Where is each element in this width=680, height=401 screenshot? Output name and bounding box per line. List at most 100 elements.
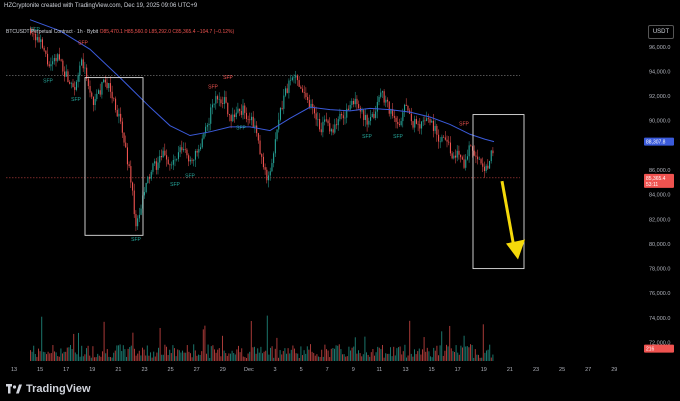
volume-bar: [79, 356, 81, 361]
volume-bar: [465, 346, 467, 361]
volume-bar: [36, 356, 38, 361]
sfp-label: SFP: [71, 97, 81, 103]
candle-body: [184, 149, 186, 150]
candle-body: [339, 114, 341, 120]
volume-bar: [126, 356, 127, 361]
candle-body: [101, 82, 103, 95]
down-arrow-head: [506, 239, 525, 260]
volume-bar: [372, 349, 374, 361]
price-badge-label: 88,307.8: [646, 140, 666, 146]
volume-bar: [484, 352, 486, 361]
volume-bar: [290, 349, 292, 361]
candle-body: [171, 164, 173, 166]
y-tick-label: 90,000.0: [649, 119, 670, 125]
volume-bar: [311, 351, 313, 361]
volume-bar: [127, 348, 129, 361]
volume-bar: [348, 346, 350, 361]
volume-bar: [190, 353, 191, 361]
volume-bar: [194, 350, 196, 361]
volume-bar: [351, 347, 353, 361]
volume-bar: [449, 325, 451, 361]
volume-bar: [358, 350, 359, 361]
volume-bar: [39, 351, 41, 361]
candle-body: [36, 37, 38, 41]
volume-bar: [390, 347, 391, 361]
candle-body: [186, 149, 188, 156]
candle-body: [380, 92, 382, 97]
volume-bar: [169, 349, 171, 361]
candle-body: [152, 163, 154, 172]
candle-body: [344, 117, 346, 119]
volume-bar: [217, 349, 219, 361]
volume-bar: [324, 344, 326, 361]
sfp-label: SFP: [223, 75, 233, 81]
candle-body: [140, 208, 142, 215]
candle-body: [463, 159, 465, 168]
volume-bar: [262, 353, 263, 361]
volume-bar: [62, 353, 63, 361]
candle-body: [441, 136, 443, 142]
candle-body: [397, 121, 399, 125]
volume-bar: [177, 349, 179, 361]
candle-body: [438, 134, 440, 142]
candle-body: [426, 118, 428, 121]
candle-body: [247, 119, 249, 120]
volume-bar: [319, 357, 321, 361]
volume-bar: [394, 355, 396, 361]
volume-bar: [402, 351, 404, 361]
volume-bar: [73, 333, 75, 361]
volume-bar: [244, 357, 246, 361]
volume-bar: [206, 353, 207, 361]
volume-bar: [476, 354, 478, 361]
symbol-legend[interactable]: BTCUSDT Perpetual Contract · 1h · Bybit …: [6, 29, 234, 35]
candle-body: [308, 100, 310, 108]
volume-bar: [473, 357, 475, 361]
volume-bar: [55, 352, 57, 361]
candle-body: [461, 157, 463, 160]
volume-bar: [282, 351, 284, 361]
candle-body: [45, 50, 47, 54]
candle-body: [473, 150, 475, 156]
volume-bar: [482, 324, 484, 361]
x-tick-label: 15: [37, 367, 43, 373]
candle-body: [371, 113, 373, 118]
sfp-label: SFP: [170, 182, 180, 188]
y-tick-label: 84,000.0: [649, 193, 670, 199]
candle-body: [55, 57, 57, 61]
candlestick-chart[interactable]: 96,000.0 94,000.0 92,000.0 90,000.0 86,000.0…: [0, 11, 680, 376]
price-badge-label: 216: [646, 347, 655, 353]
candle-body: [159, 156, 161, 163]
volume-bar: [268, 354, 270, 361]
volume-bar: [263, 351, 265, 361]
candle-body: [215, 96, 217, 104]
symbol-name[interactable]: BTCUSDT Perpetual Contract · 1h · Bybit: [6, 29, 98, 35]
volume-bar: [129, 347, 131, 361]
candle-body: [206, 125, 208, 127]
candle-body: [109, 83, 111, 92]
volume-bar: [122, 345, 124, 361]
volume-bar: [478, 354, 479, 361]
volume-bar: [393, 346, 395, 361]
candle-body: [67, 71, 69, 83]
volume-bar: [68, 347, 70, 361]
volume-bar: [489, 344, 491, 361]
volume-bar: [47, 351, 49, 361]
candle-body: [460, 154, 462, 158]
candle-body: [69, 82, 71, 84]
candle-body: [181, 147, 183, 151]
candle-body: [262, 156, 264, 168]
candle-body: [276, 129, 278, 140]
x-tick-label: 21: [507, 367, 513, 373]
volume-bar: [41, 316, 43, 361]
candle-body: [259, 140, 261, 155]
x-tick-label: 9: [352, 367, 355, 373]
candle-body: [492, 150, 494, 154]
x-tick-label: 5: [300, 367, 303, 373]
x-tick-label: 11: [377, 367, 383, 373]
candle-body: [487, 165, 489, 169]
currency-button[interactable]: USDT: [648, 25, 674, 39]
volume-bar: [468, 347, 470, 361]
volume-bar: [354, 337, 356, 361]
volume-bar: [191, 357, 193, 361]
candle-body: [480, 159, 482, 164]
